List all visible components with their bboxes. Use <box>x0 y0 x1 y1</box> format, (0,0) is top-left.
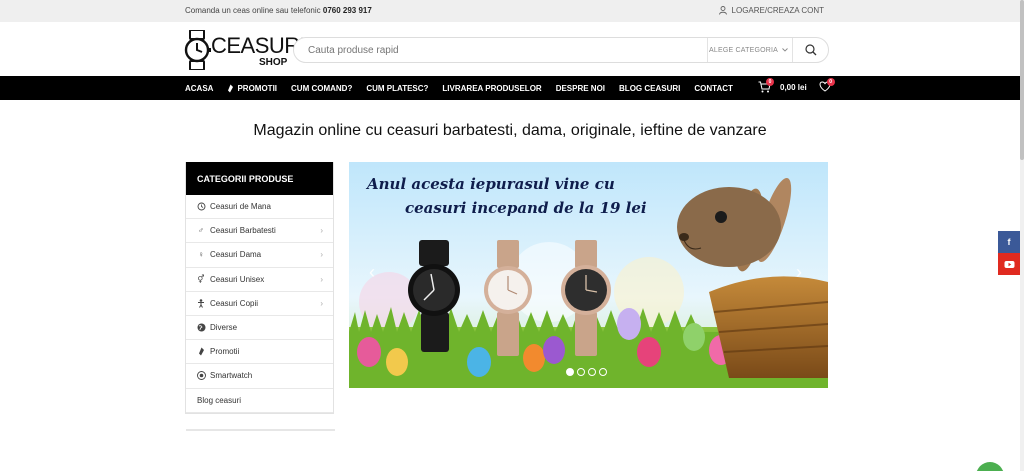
nav-item-label: LIVRAREA PRODUSELOR <box>442 83 542 93</box>
globe-icon <box>196 323 206 333</box>
smartwatch-icon <box>196 371 206 381</box>
sidebar-item-label: Ceasuri Dama <box>210 250 262 260</box>
banner-artwork <box>349 162 828 388</box>
slider-prev-arrow[interactable]: ‹ <box>369 262 375 283</box>
slider-dot[interactable] <box>566 368 574 376</box>
sidebar-item-label: Promotii <box>210 347 240 357</box>
sidebar-item-ceasuri-barbatesti[interactable]: ♂ Ceasuri Barbatesti › <box>186 219 333 244</box>
account-link[interactable]: LOGARE/CREAZA CONT <box>718 6 824 15</box>
youtube-icon <box>1004 260 1014 268</box>
user-icon <box>718 6 727 15</box>
cart-total[interactable]: 0,00 lei <box>780 83 807 92</box>
chevron-right-icon: › <box>320 274 323 284</box>
slider-dot[interactable] <box>577 368 585 376</box>
tag-icon <box>228 84 234 92</box>
facebook-button[interactable]: f <box>998 231 1020 253</box>
wishlist-count-badge: 0 <box>826 78 835 86</box>
banner-headline-1: Anul acesta iepurasul vine cu <box>367 175 615 193</box>
sidebar-item-label: Ceasuri Copii <box>210 298 259 308</box>
sidebar-item-label: Smartwatch <box>210 371 253 381</box>
nav-item-label: ACASA <box>185 83 214 93</box>
sidebar-item-ceasuri-unisex[interactable]: ⚥ Ceasuri Unisex › <box>186 268 333 292</box>
search-bar: ALEGE CATEGORIA <box>293 37 829 63</box>
account-label: LOGARE/CREAZA CONT <box>731 6 824 15</box>
hero-slider[interactable]: Anul acesta iepurasul vine cu ceasuri in… <box>349 162 828 388</box>
search-button[interactable] <box>792 38 828 62</box>
child-icon <box>196 298 206 308</box>
nav-item-cum-platesc[interactable]: CUM PLATESC? <box>366 84 428 93</box>
chevron-right-icon: › <box>320 298 323 308</box>
unisex-icon: ⚥ <box>197 274 205 284</box>
nav-item-blog-ceasuri[interactable]: BLOG CEASURI <box>619 84 680 93</box>
sidebar-item-ceasuri-copii[interactable]: Ceasuri Copii › <box>186 292 333 316</box>
cart-count-badge: 0 <box>766 78 774 86</box>
sidebar-item-label: Ceasuri Barbatesti <box>210 226 276 236</box>
search-input[interactable] <box>308 42 688 58</box>
nav-item-cum-comand[interactable]: CUM COMAND? <box>291 84 352 93</box>
phone-number[interactable]: 0760 293 917 <box>323 6 372 15</box>
slider-dot[interactable] <box>599 368 607 376</box>
facebook-icon: f <box>1007 237 1011 247</box>
nav-item-label: CUM COMAND? <box>291 83 353 93</box>
sidebar-divider <box>186 429 335 431</box>
banner-headline-2: ceasuri incepand de la 19 lei <box>405 199 647 217</box>
sidebar-item-label: Blog ceasuri <box>197 395 242 405</box>
nav-items: ACASA PROMOTII CUM COMAND? CUM PLATESC? … <box>185 76 747 100</box>
site-logo[interactable]: CEASURI SHOP <box>184 30 306 70</box>
search-icon <box>804 44 816 56</box>
main-nav: ACASA PROMOTII CUM COMAND? CUM PLATESC? … <box>0 76 1020 100</box>
youtube-button[interactable] <box>998 253 1020 275</box>
cart-area: 0 0,00 lei 0 <box>758 78 835 94</box>
category-select-label: ALEGE CATEGORIA <box>709 46 778 54</box>
sidebar-item-promotii[interactable]: Promotii <box>186 340 333 365</box>
watch-logo-icon <box>184 30 211 70</box>
site-header: CEASURI SHOP ALEGE CATEGORIA <box>0 22 1020 76</box>
sidebar-item-label: Diverse <box>210 323 238 333</box>
phone-text: Comanda un ceas online sau telefonic <box>185 6 321 15</box>
chevron-right-icon: › <box>320 226 323 236</box>
female-icon: ♀ <box>198 250 204 260</box>
logo-sub: SHOP <box>259 57 288 68</box>
sidebar-item-diverse[interactable]: Diverse <box>186 316 333 341</box>
chat-button[interactable] <box>976 462 1004 471</box>
logo-wordmark: CEASURI <box>211 33 306 58</box>
top-bar: Comanda un ceas online sau telefonic 076… <box>0 0 1020 22</box>
watch-icon <box>196 202 206 212</box>
categories-sidebar: CATEGORII PRODUSE Ceasuri de Mana ♂ Ceas… <box>185 162 335 431</box>
sidebar-title: CATEGORII PRODUSE <box>186 162 333 195</box>
nav-item-despre-noi[interactable]: DESPRE NOI <box>556 84 605 93</box>
nav-item-label: BLOG CEASURI <box>619 83 681 93</box>
nav-item-promotii[interactable]: PROMOTII <box>227 84 277 93</box>
male-icon: ♂ <box>198 226 204 236</box>
tag-icon <box>196 347 206 357</box>
slider-dot[interactable] <box>588 368 596 376</box>
scrollbar-thumb[interactable] <box>1020 0 1024 160</box>
nav-item-contact[interactable]: CONTACT <box>694 84 733 93</box>
nav-item-label: PROMOTII <box>237 83 278 93</box>
page-scrollbar[interactable] <box>1020 0 1024 471</box>
slider-next-arrow[interactable]: › <box>796 262 802 283</box>
chevron-down-icon <box>782 48 788 52</box>
nav-item-livrarea[interactable]: LIVRAREA PRODUSELOR <box>442 84 541 93</box>
nav-item-label: CUM PLATESC? <box>366 83 429 93</box>
nav-item-label: DESPRE NOI <box>555 83 606 93</box>
social-floating-bar: f <box>998 231 1020 275</box>
sidebar-item-ceasuri-de-mana[interactable]: Ceasuri de Mana <box>186 195 333 220</box>
sidebar-item-label: Ceasuri Unisex <box>210 274 265 284</box>
sidebar-item-label: Ceasuri de Mana <box>210 202 271 212</box>
sidebar-item-ceasuri-dama[interactable]: ♀ Ceasuri Dama › <box>186 243 333 268</box>
wishlist-button[interactable]: 0 <box>819 78 835 94</box>
page-headline: Magazin online cu ceasuri barbatesti, da… <box>253 122 767 139</box>
slider-dots <box>566 368 607 376</box>
nav-item-acasa[interactable]: ACASA <box>185 84 213 93</box>
nav-item-label: CONTACT <box>694 83 733 93</box>
sidebar-item-smartwatch[interactable]: Smartwatch <box>186 364 333 389</box>
sidebar-item-blog-ceasuri[interactable]: Blog ceasuri <box>186 389 333 413</box>
phone-info: Comanda un ceas online sau telefonic 076… <box>185 6 372 15</box>
cart-button[interactable]: 0 <box>758 78 774 94</box>
chevron-right-icon: › <box>320 250 323 260</box>
category-select[interactable]: ALEGE CATEGORIA <box>707 38 789 62</box>
